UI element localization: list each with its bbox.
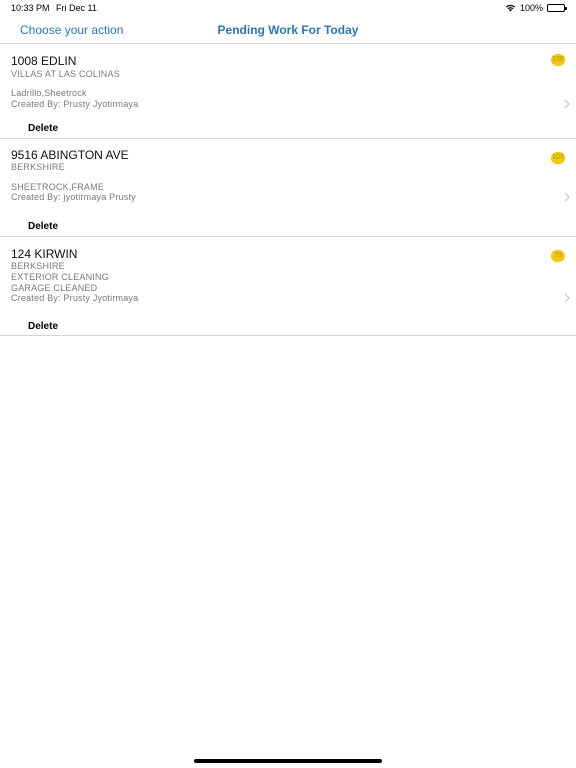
back-button[interactable]: Choose your action [20,23,123,37]
item-created-by: Created By: Prusty Jyotirmaya [11,293,139,303]
item-subdivision: VILLAS AT LAS COLINAS [11,69,120,79]
status-indicators: 100% [505,3,567,13]
item-address: 124 KIRWIN [11,247,78,261]
navigation-bar: Choose your action Pending Work For Toda… [0,16,576,44]
list-item[interactable]: 1008 EDLIN VILLAS AT LAS COLINAS Ladrill… [0,44,576,139]
battery-percent: 100% [519,3,543,13]
item-subdivision: BERKSHIRE [11,261,65,271]
work-list: 1008 EDLIN VILLAS AT LAS COLINAS Ladrill… [0,44,576,336]
wifi-icon [505,4,516,12]
item-tasks: SHEETROCK,FRAME [11,182,105,192]
item-tasks: EXTERIOR CLEANING [11,272,109,282]
item-tasks: Ladrillo,Sheetrock [11,88,87,98]
item-address: 9516 ABINGTON AVE [11,148,129,162]
item-address: 1008 EDLIN [11,54,77,68]
battery-icon [547,4,567,12]
delete-button[interactable]: Delete [28,321,58,332]
list-item[interactable]: 124 KIRWIN BERKSHIRE EXTERIOR CLEANING G… [0,237,576,336]
status-bar: 10:33 PM Fri Dec 11 100% [0,0,576,16]
chevron-right-icon [564,99,570,109]
count-badge: 107 [551,152,565,164]
item-created-by: Created By: jyotirmaya Prusty [11,192,136,202]
count-badge: 79 [551,250,565,262]
delete-button[interactable]: Delete [28,123,58,134]
chevron-right-icon [564,293,570,303]
list-item[interactable]: 9516 ABINGTON AVE BERKSHIRE SHEETROCK,FR… [0,139,576,237]
item-subdivision: BERKSHIRE [11,162,65,172]
item-tasks: GARAGE CLEANED [11,283,98,293]
status-time: 10:33 PM [11,3,50,13]
delete-button[interactable]: Delete [28,221,58,232]
item-created-by: Created By: Prusty Jyotirmaya [11,99,139,109]
chevron-right-icon [564,192,570,202]
home-indicator [194,759,382,763]
status-date: Fri Dec 11 [56,3,97,13]
count-badge: 138 [551,54,565,66]
